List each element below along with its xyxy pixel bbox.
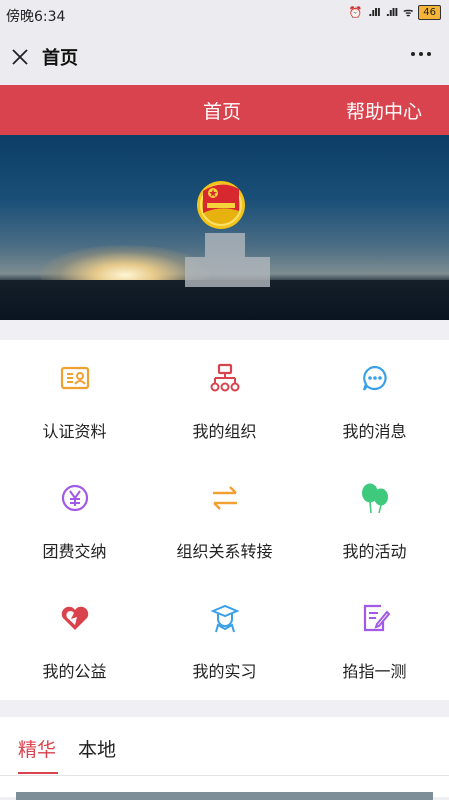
grid-item-label: 组织关系转接 [176, 542, 273, 561]
title-bar: 首页 [0, 30, 449, 85]
league-emblem-icon [197, 181, 245, 229]
grid-item-label: 团费交纳 [42, 542, 107, 561]
grid-item-my-internship[interactable]: 我的实习 [150, 580, 299, 700]
id-card-icon [60, 366, 90, 390]
heart-icon [61, 606, 89, 630]
quiz-icon [363, 604, 391, 632]
status-bar: 傍晚6:34 ⏰ .ıll .ıll ᯤ 46 [0, 0, 449, 30]
message-icon [362, 365, 387, 391]
page-title: 首页 [42, 48, 78, 69]
grid-item-certification[interactable]: 认证资料 [0, 340, 149, 460]
tab-active-indicator [18, 772, 58, 774]
grid-item-my-activities[interactable]: 我的活动 [300, 460, 449, 580]
transfer-icon [213, 486, 237, 510]
tab-local[interactable]: 本地 [78, 735, 116, 762]
status-icons: ⏰ .ıll .ıll ᯤ 46 [349, 5, 441, 20]
banner-image[interactable] [0, 135, 449, 320]
blurred-content [205, 233, 245, 257]
signal-icon: .ıll [368, 6, 380, 19]
feed-item-image[interactable] [16, 792, 433, 800]
divider [0, 775, 449, 776]
grid-item-label: 我的消息 [342, 422, 407, 441]
balloons-icon [362, 483, 388, 514]
nav-help-link[interactable]: 帮助中心 [346, 97, 422, 124]
grid-item-relation-transfer[interactable]: 组织关系转接 [150, 460, 299, 580]
graduate-icon [210, 604, 240, 633]
grid-item-public-welfare[interactable]: 我的公益 [0, 580, 149, 700]
signal-hd-icon: .ıll [385, 6, 398, 19]
grid-item-my-organization[interactable]: 我的组织 [150, 340, 299, 460]
wifi-icon: ᯤ [403, 6, 413, 19]
battery-icon: 46 [418, 5, 441, 20]
close-button[interactable] [10, 43, 34, 71]
grid-item-label: 我的公益 [42, 662, 107, 681]
grid-item-label: 掐指一测 [342, 662, 407, 681]
close-icon [12, 49, 28, 65]
grid-item-label: 我的活动 [342, 542, 407, 561]
grid-item-quiz[interactable]: 掐指一测 [300, 580, 449, 700]
grid-item-label: 我的实习 [192, 662, 257, 681]
tab-featured[interactable]: 精华 [18, 735, 56, 762]
top-nav: 首页 帮助中心 [0, 85, 449, 135]
org-chart-icon [210, 363, 240, 392]
function-grid: 认证资料 我的组织 我的消息 团费交纳 组织关系转接 我的活动 我的公益 我的实… [0, 340, 449, 700]
more-icon [411, 52, 431, 56]
nav-home-link[interactable]: 首页 [203, 97, 241, 124]
status-time: 傍晚6:34 [6, 9, 66, 25]
grid-item-label: 我的组织 [192, 422, 257, 441]
grid-item-membership-fee[interactable]: 团费交纳 [0, 460, 149, 580]
alarm-icon: ⏰ [348, 6, 363, 19]
yuan-icon [61, 484, 89, 512]
content-tabs: 精华 本地 [0, 717, 449, 800]
grid-item-label: 认证资料 [42, 422, 107, 441]
blurred-content [185, 257, 270, 287]
more-button[interactable] [409, 40, 433, 66]
grid-item-my-messages[interactable]: 我的消息 [300, 340, 449, 460]
